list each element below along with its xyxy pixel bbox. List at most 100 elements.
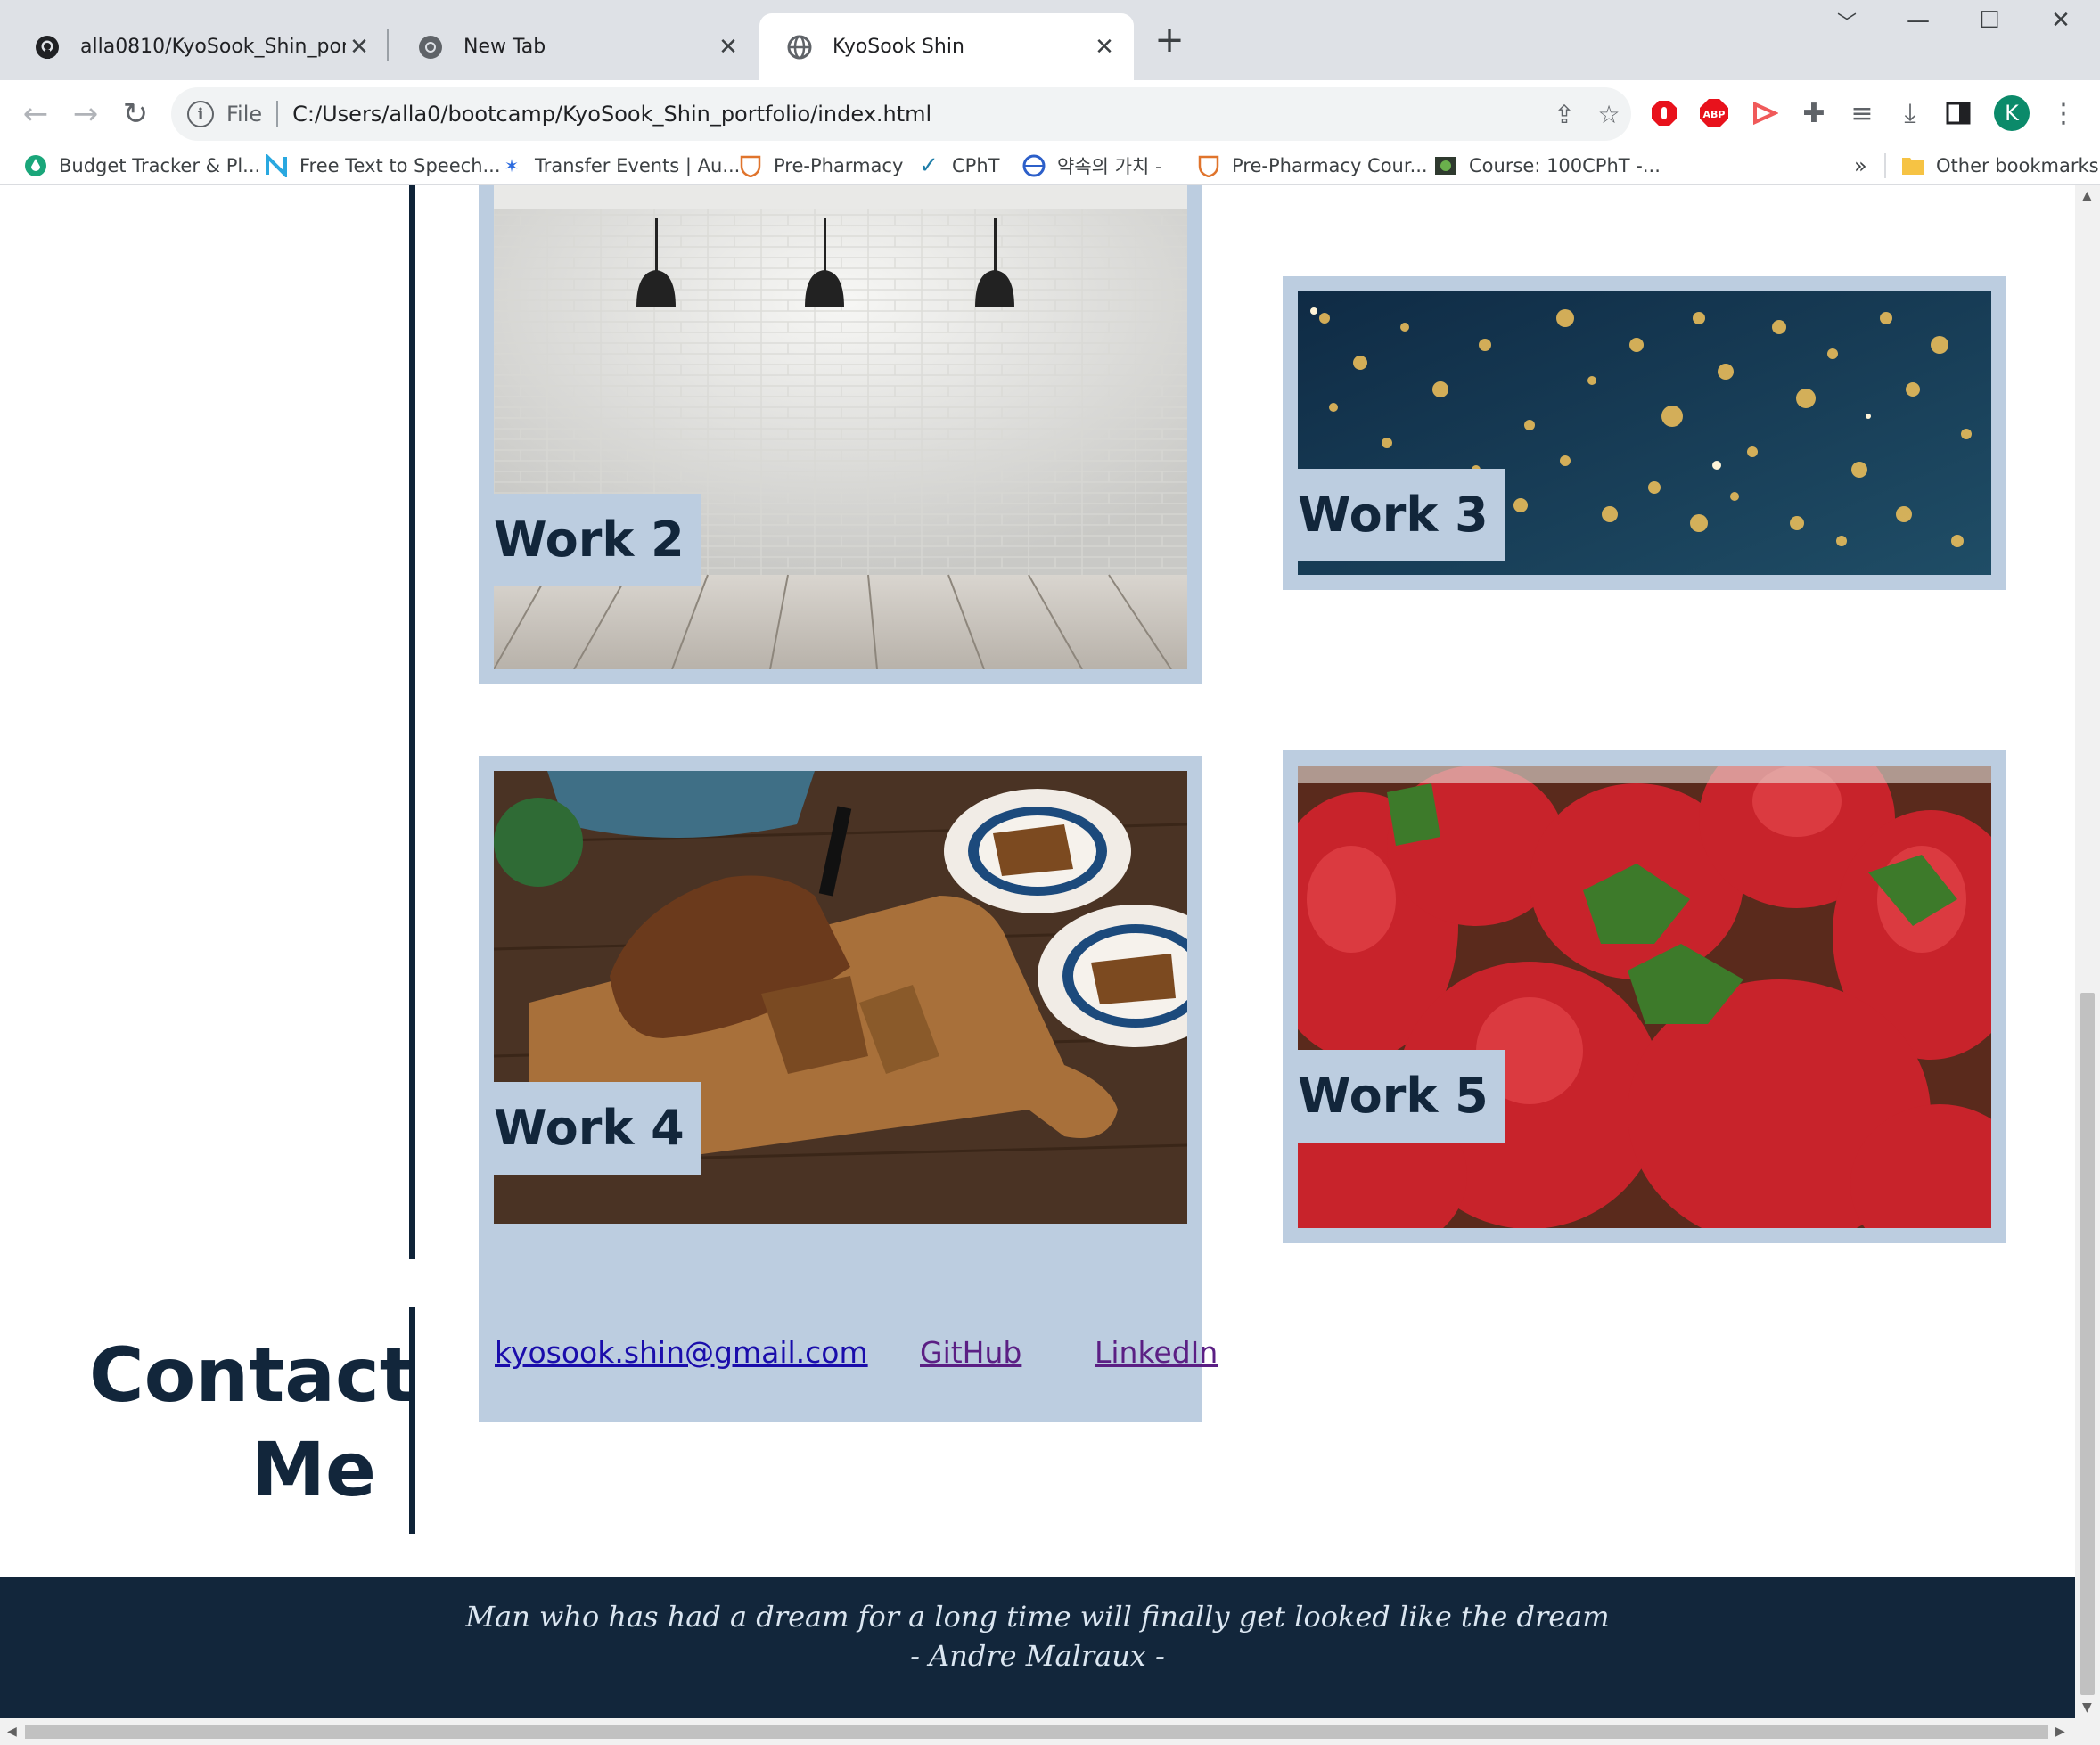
shield-icon <box>738 153 763 178</box>
bookmarks-overflow-button[interactable]: » <box>1854 148 1867 184</box>
section-divider-line <box>409 185 415 1259</box>
page-viewport: Work 2 Work 3 Work 4 Work 5 Contact Me k… <box>0 185 2075 1718</box>
other-bookmarks[interactable]: Other bookmarks <box>1900 148 2099 184</box>
work-card[interactable]: Work 4 <box>479 756 1202 1422</box>
close-tab-icon[interactable]: ✕ <box>346 34 373 61</box>
minimize-button[interactable]: — <box>1891 7 1945 34</box>
close-tab-icon[interactable]: ✕ <box>1091 34 1118 61</box>
tab-kyosook-shin[interactable]: KyoSook Shin ✕ <box>759 13 1134 80</box>
vertical-scroll-thumb[interactable] <box>2080 993 2095 1695</box>
bookmark-item[interactable]: 약속의 가치 - <box>1021 148 1162 184</box>
media-queue-icon[interactable]: ≡ <box>1840 91 1884 135</box>
tab-title: KyoSook Shin <box>833 36 964 58</box>
address-bar[interactable]: i File C:/Users/alla0/bootcamp/KyoSook_S… <box>171 87 1631 141</box>
github-icon <box>34 34 61 61</box>
tab-strip: alla0810/KyoSook_Shin_portfolio ✕ New Ta… <box>0 0 2100 80</box>
bookmark-label: Transfer Events | Au... <box>535 155 741 176</box>
site-info-icon[interactable]: i <box>187 101 214 127</box>
other-bookmarks-label: Other bookmarks <box>1936 155 2099 176</box>
maximize-button[interactable]: ☐ <box>1963 7 2016 34</box>
svg-text:ABP: ABP <box>1703 109 1726 120</box>
screen-recorder-icon[interactable] <box>1742 91 1786 135</box>
tab-title: New Tab <box>463 36 546 58</box>
folder-icon <box>1900 153 1925 178</box>
scroll-up-arrow-icon[interactable]: ▲ <box>2082 189 2092 203</box>
footer-quote: Man who has had a dream for a long time … <box>465 1600 1610 1634</box>
browser-chrome: alla0810/KyoSook_Shin_portfolio ✕ New Ta… <box>0 0 2100 185</box>
url-text[interactable]: C:/Users/alla0/bootcamp/KyoSook_Shin_por… <box>292 102 1542 127</box>
tab-search-chevron-icon[interactable]: ﹀ <box>1820 7 1874 36</box>
vertical-scrollbar[interactable]: ▲ ▼ <box>2075 185 2100 1718</box>
avatar: K <box>1994 95 2030 131</box>
bookmark-label: Pre-Pharmacy <box>774 155 904 176</box>
bookmarks-bar: Budget Tracker & Pl... Free Text to Spee… <box>0 148 2100 185</box>
profile-avatar[interactable]: K <box>1989 91 2034 135</box>
forward-button[interactable]: → <box>61 89 111 139</box>
work-card[interactable]: Work 2 <box>479 185 1202 684</box>
adblock-stop-icon[interactable] <box>1642 91 1686 135</box>
reload-button[interactable]: ↻ <box>111 89 160 139</box>
work-label: Work 3 <box>1298 469 1505 561</box>
bookmark-label: Free Text to Speech... <box>299 155 501 176</box>
bookmarks-divider <box>1884 153 1886 178</box>
work-card[interactable]: Work 3 <box>1283 276 2006 590</box>
shield-icon <box>1196 153 1221 178</box>
bookmark-star-icon[interactable]: ☆ <box>1587 100 1631 129</box>
footer-quote-author: - Andre Malraux - <box>910 1639 1165 1673</box>
bookmark-label: CPhT <box>952 155 1000 176</box>
downloads-icon[interactable]: ⤓ <box>1888 91 1932 135</box>
tab-github[interactable]: alla0810/KyoSook_Shin_portfolio ✕ <box>7 13 389 80</box>
tab-title: alla0810/KyoSook_Shin_portfolio <box>80 36 346 58</box>
bookmark-item[interactable]: ✓ CPhT <box>916 148 999 184</box>
horizontal-scroll-thumb[interactable] <box>25 1725 2048 1739</box>
scroll-down-arrow-icon[interactable]: ▼ <box>2082 1700 2092 1715</box>
tab-divider <box>387 29 389 61</box>
star-burst-icon: ✶ <box>504 155 520 176</box>
bookmark-label: 약속의 가치 - <box>1057 156 1162 177</box>
scheme-label: File <box>226 102 263 127</box>
footer: Man who has had a dream for a long time … <box>0 1577 2075 1718</box>
browser-toolbar: ← → ↻ i File C:/Users/alla0/bootcamp/Kyo… <box>0 80 2100 148</box>
globe-icon <box>786 34 813 61</box>
chrome-icon <box>417 34 444 61</box>
work-card[interactable]: Work 5 <box>1283 750 2006 1243</box>
n-logo-icon <box>264 153 289 178</box>
kebab-menu-icon[interactable]: ⋮ <box>2041 91 2086 135</box>
globe-badge-icon <box>1021 153 1046 178</box>
back-button[interactable]: ← <box>11 89 61 139</box>
share-icon[interactable]: ⇪ <box>1542 100 1587 129</box>
close-window-button[interactable]: ✕ <box>2034 7 2088 34</box>
contact-heading-line-2: Me <box>250 1426 376 1513</box>
bookmark-item[interactable]: Free Text to Speech... <box>264 148 501 184</box>
bookmark-label: Pre-Pharmacy Cour... <box>1232 155 1428 176</box>
work-label: Work 2 <box>494 494 701 586</box>
close-tab-icon[interactable]: ✕ <box>715 34 742 61</box>
abp-icon[interactable]: ABP <box>1692 91 1736 135</box>
extensions-puzzle-icon[interactable]: ✚ <box>1792 91 1836 135</box>
bookmark-item[interactable]: Pre-Pharmacy Cour... <box>1196 148 1428 184</box>
omnibox-divider <box>276 101 279 127</box>
scroll-right-arrow-icon[interactable]: ▶ <box>2055 1725 2065 1739</box>
contact-heading: Contact Me <box>89 1328 415 1517</box>
work-label: Work 5 <box>1298 1050 1505 1143</box>
github-link[interactable]: GitHub <box>920 1335 1021 1370</box>
work-label: Work 4 <box>494 1082 701 1175</box>
bookmark-label: Budget Tracker & Pl... <box>59 155 261 176</box>
bookmark-item[interactable]: Course: 100CPhT -... <box>1433 148 1661 184</box>
new-tab-button[interactable]: + <box>1152 22 1187 58</box>
email-link[interactable]: kyosook.shin@gmail.com <box>495 1335 868 1370</box>
course-icon <box>1433 153 1458 178</box>
bookmark-label: Course: 100CPhT -... <box>1469 155 1661 176</box>
linkedin-link[interactable]: LinkedIn <box>1095 1335 1218 1370</box>
work-5-image <box>1298 766 1991 1228</box>
bookmark-item[interactable]: Pre-Pharmacy <box>738 148 903 184</box>
work-2-image <box>494 185 1187 669</box>
side-panel-icon[interactable] <box>1936 91 1981 135</box>
scroll-left-arrow-icon[interactable]: ◀ <box>7 1725 17 1739</box>
checkmark-icon: ✓ <box>919 152 939 179</box>
horizontal-scrollbar[interactable]: ◀ ▶ <box>0 1718 2100 1745</box>
bookmark-item[interactable]: Budget Tracker & Pl... <box>23 148 260 184</box>
tab-new-tab[interactable]: New Tab ✕ <box>390 13 758 80</box>
bookmark-item[interactable]: ✶ Transfer Events | Au... <box>499 148 741 184</box>
contact-divider-line <box>409 1307 415 1534</box>
